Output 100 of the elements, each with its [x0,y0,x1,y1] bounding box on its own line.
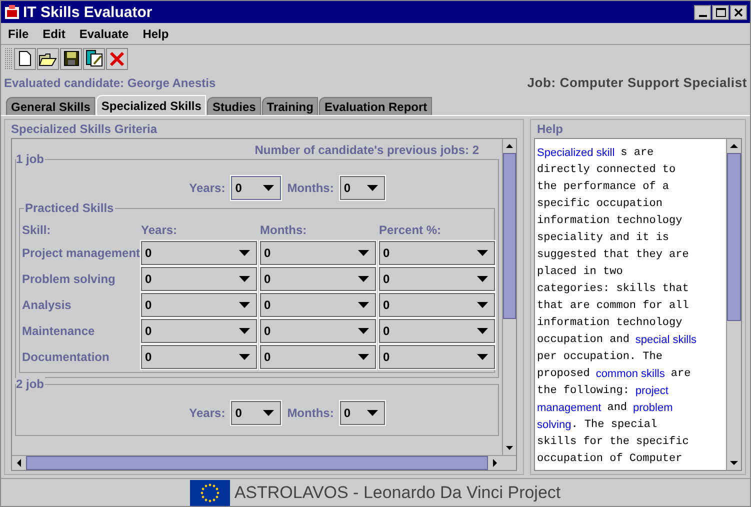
dropdown[interactable]: 0 [141,345,257,369]
caret-icon [366,410,378,416]
vertical-scrollbar[interactable] [502,139,516,455]
dropdown[interactable]: 0 [260,293,376,317]
help-text: proposed [537,367,590,382]
menu-item[interactable]: Help [142,24,169,42]
field-label: Months: [287,180,334,197]
caret-icon [239,354,250,360]
help-link[interactable]: common skills [596,366,665,383]
calculator-pencil-icon [86,50,102,67]
help-link[interactable]: problem [633,400,673,417]
field-label: Years: [189,405,226,422]
edit-button[interactable] [83,48,105,70]
dropdown[interactable]: 0 [231,176,282,200]
tab[interactable]: Studies [207,97,261,115]
tab[interactable]: Training [262,97,318,115]
help-link[interactable]: management [537,400,602,417]
toolbar-grip-icon [5,48,13,70]
dropdown[interactable]: 0 [231,401,282,425]
tab[interactable]: General Skills [6,97,96,115]
tab[interactable]: Specialized Skills [96,95,206,115]
scroll-thumb[interactable] [727,153,741,321]
help-link[interactable]: solving [537,417,572,434]
help-text: information technology [537,316,682,331]
close-icon [734,8,743,16]
dropdown[interactable]: 0 [141,267,257,291]
help-text: suggested that they are [537,248,689,263]
dropdown[interactable]: 0 [260,319,376,343]
help-link[interactable]: project [635,383,668,400]
field-label: Years: [189,180,226,197]
caret-icon [358,276,369,282]
menu-item[interactable]: Evaluate [79,24,129,42]
new-button[interactable] [14,48,36,70]
dropdown[interactable]: 0 [379,319,495,343]
caret-icon [239,302,250,308]
menu-item[interactable]: Edit [42,24,66,42]
skill-label: Project management [22,245,140,262]
caret-icon [477,250,488,256]
help-link[interactable]: Specialized skill [537,145,615,162]
help-text: occupation and [537,333,630,348]
job-label: Job: Computer Support Specialist [527,74,747,92]
caret-icon [239,328,250,334]
group-title: 2 job [16,377,46,391]
help-text: categories: skills that [537,282,689,297]
skill-label: Analysis [22,297,72,314]
dropdown[interactable]: 0 [379,267,495,291]
dropdown[interactable]: 0 [260,241,376,265]
caret-icon [358,328,369,334]
help-text: the following: [537,384,630,399]
scroll-thumb[interactable] [503,153,516,319]
menu-item[interactable]: File [8,24,29,42]
help-text: per occupation. The [537,350,662,365]
open-button[interactable] [37,48,59,70]
window-title: IT Skills Evaluator [23,4,152,20]
dropdown[interactable]: 0 [379,293,495,317]
dropdown[interactable]: 0 [379,345,495,369]
dropdown[interactable]: 0 [141,319,257,343]
help-text: the performance of a [537,180,670,195]
dropdown[interactable]: 0 [260,267,376,291]
dropdown[interactable]: 0 [340,176,385,200]
footer-text: ASTROLAVOS - Leonardo Da Vinci Project [234,482,561,504]
caret-icon [263,185,274,191]
help-text: speciality and it is [537,231,670,246]
caret-icon [358,302,369,308]
help-text: directly connected to [537,163,676,178]
caret-icon [358,354,369,360]
help-text: and [607,401,628,416]
maximize-icon [716,8,726,16]
column-header: Months: [260,222,308,239]
jobs-count-label: Number of candidate's previous jobs: 2 [254,142,479,159]
vertical-scrollbar[interactable] [726,139,741,470]
help-text: skills for the specific [537,435,689,450]
field-label: Months: [287,405,334,422]
help-link[interactable]: special skills [635,332,697,349]
help-text: are [670,367,691,382]
dropdown[interactable]: 0 [260,345,376,369]
column-header: Skill: [22,222,52,239]
group-title: Help [537,122,564,136]
group-title: Practiced Skills [24,201,115,215]
dropdown[interactable]: 0 [379,241,495,265]
save-button[interactable] [60,48,82,70]
close-button[interactable] [730,4,747,20]
maximize-button[interactable] [712,4,729,20]
skill-label: Maintenance [22,323,96,340]
caret-icon [358,250,369,256]
caret-icon [477,354,488,360]
dropdown[interactable]: 0 [340,401,385,425]
folder-icon [39,52,57,66]
caret-icon [477,276,488,282]
skill-label: Problem solving [22,271,116,288]
column-header: Percent %: [379,222,442,239]
skill-label: Documentation [22,349,110,366]
dropdown[interactable]: 0 [141,241,257,265]
help-text: occupation of Computer [537,452,682,467]
help-text: . The special [571,418,658,433]
caret-icon [263,410,274,416]
minimize-button[interactable] [694,4,711,20]
tab[interactable]: Evaluation Report [319,97,432,115]
candidate-label: Evaluated candidate: George Anestis [4,75,216,92]
dropdown[interactable]: 0 [141,293,257,317]
